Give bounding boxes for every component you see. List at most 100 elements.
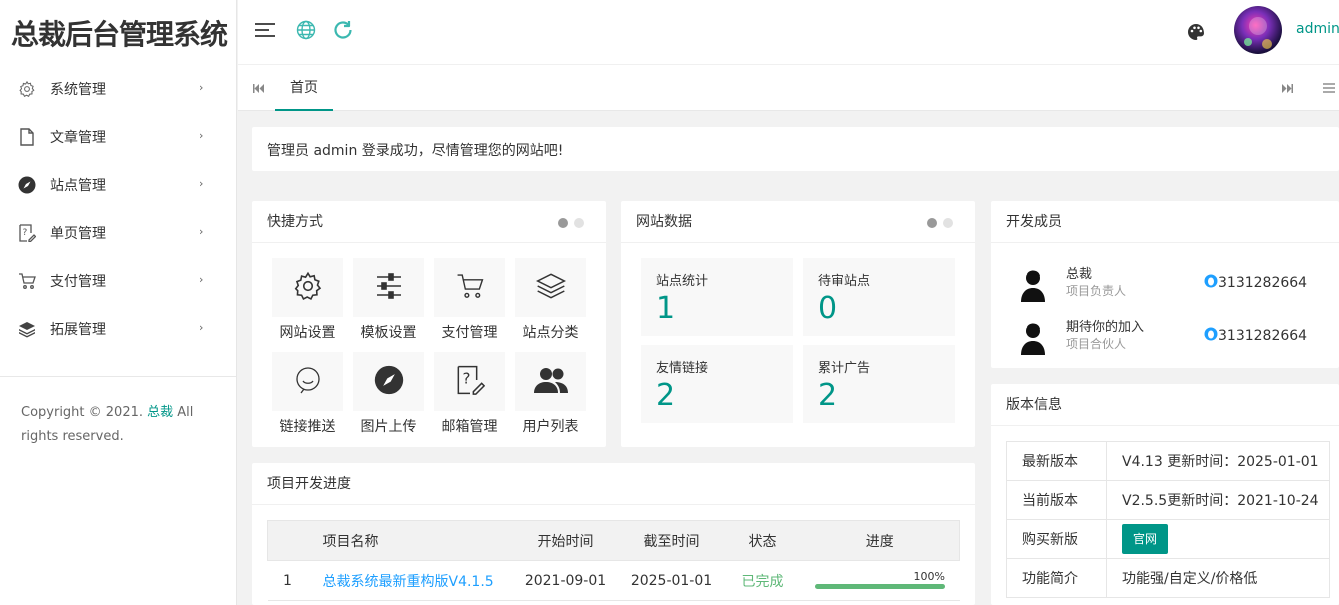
end-date: 2025-01-01 <box>618 560 725 601</box>
shortcut-template-settings[interactable]: 模板设置 <box>353 258 424 342</box>
globe-icon[interactable] <box>295 19 317 41</box>
member-qq[interactable]: 3131282664 <box>1204 274 1307 292</box>
card-title: 网站数据 <box>636 214 692 230</box>
chevron-right-icon: › <box>199 177 204 190</box>
sidebar-item-label: 系统管理 <box>50 82 106 98</box>
table-row: 1 总裁系统最新重构版V4.1.5 2021-09-01 2025-01-01 … <box>267 560 960 601</box>
project-name-link[interactable]: 总裁系统最新重构版V4.1.5 <box>307 560 513 601</box>
shortcut-label: 图片上传 <box>360 419 417 435</box>
member-name: 总裁 <box>1066 267 1093 282</box>
chat-bubble-icon <box>295 366 321 398</box>
col-header-status: 状态 <box>724 520 801 561</box>
card-title: 快捷方式 <box>267 214 323 230</box>
stat-label: 友情链接 <box>656 361 709 376</box>
tab-menu-icon[interactable] <box>1322 81 1336 95</box>
sidebar-item-articles[interactable]: 文章管理 › <box>0 113 236 161</box>
version-key: 购买新版 <box>1006 519 1107 559</box>
sidebar-item-extensions[interactable]: 拓展管理 › <box>0 305 236 353</box>
sidebar-item-label: 站点管理 <box>50 178 106 194</box>
table-row: 功能简介 功能强/自定义/价格低 <box>1006 558 1330 598</box>
username-label[interactable]: admin <box>1296 21 1339 37</box>
sidebar-item-payment[interactable]: 支付管理 › <box>0 257 236 305</box>
svg-text:?: ? <box>462 369 470 387</box>
card-header: 开发成员 <box>991 201 1339 243</box>
login-notice: 管理员 admin 登录成功，尽情管理您的网站吧! <box>252 127 1339 171</box>
layers-icon <box>535 271 567 305</box>
cart-icon <box>455 272 485 304</box>
carousel-dots[interactable] <box>558 218 584 228</box>
sidebar-item-label: 支付管理 <box>50 274 106 290</box>
version-value: 功能强/自定义/价格低 <box>1106 558 1330 598</box>
card-header: 快捷方式 <box>252 201 606 243</box>
stat-sites[interactable]: 站点统计 1 <box>641 258 793 336</box>
card-title: 版本信息 <box>1006 397 1062 413</box>
qq-icon <box>1204 274 1218 292</box>
tab-scroll-right-icon[interactable] <box>1280 81 1294 95</box>
tab-home[interactable]: 首页 <box>275 65 333 111</box>
carousel-dots[interactable] <box>927 218 953 228</box>
card-header: 网站数据 <box>621 201 975 243</box>
stat-value: 0 <box>818 291 838 326</box>
shortcut-user-list[interactable]: 用户列表 <box>515 352 586 436</box>
version-card: 版本信息 最新版本 V4.13 更新时间：2025-01-01 当前版本 V2.5.… <box>991 384 1339 605</box>
progress-table: 项目名称 开始时间 截至时间 状态 进度 1 总裁系统最新重构版V4.1.5 2… <box>267 520 960 601</box>
refresh-icon[interactable] <box>331 18 355 42</box>
menu-toggle-icon[interactable] <box>254 20 276 40</box>
sliders-icon <box>375 272 403 303</box>
user-avatar[interactable] <box>1234 6 1282 54</box>
shortcut-label: 站点分类 <box>522 325 579 341</box>
version-value: V4.13 更新时间：2025-01-01 <box>1106 441 1330 481</box>
shortcut-label: 支付管理 <box>441 325 498 341</box>
version-table: 最新版本 V4.13 更新时间：2025-01-01 当前版本 V2.5.5更新时间… <box>1006 441 1330 598</box>
document-icon <box>18 128 36 146</box>
gear-icon <box>292 270 324 306</box>
shortcut-mail-management[interactable]: ? 邮箱管理 <box>434 352 505 436</box>
stat-value: 2 <box>818 378 838 413</box>
sidebar-item-system[interactable]: 系统管理 › <box>0 65 236 113</box>
shortcut-site-categories[interactable]: 站点分类 <box>515 258 586 342</box>
shortcut-image-upload[interactable]: 图片上传 <box>353 352 424 436</box>
chevron-right-icon: › <box>199 81 204 94</box>
app-logo-title: 总裁后台管理系统 <box>11 17 228 51</box>
stat-pending[interactable]: 待审站点 0 <box>803 258 955 336</box>
shortcut-link-push[interactable]: 链接推送 <box>272 352 343 436</box>
stat-label: 待审站点 <box>818 274 871 289</box>
copyright-prefix: Copyright © 2021. <box>21 405 148 420</box>
tab-scroll-left-icon[interactable] <box>251 81 265 95</box>
card-title: 项目开发进度 <box>267 476 351 492</box>
sidebar-footer: Copyright © 2021. 总裁 All rights reserved… <box>0 376 236 473</box>
official-site-button[interactable]: 官网 <box>1122 524 1169 554</box>
stat-friend-links[interactable]: 友情链接 2 <box>641 345 793 423</box>
notice-text: 管理员 admin 登录成功，尽情管理您的网站吧! <box>267 143 564 159</box>
person-silhouette-icon <box>1019 321 1047 355</box>
sidebar-item-pages[interactable]: ? 单页管理 › <box>0 209 236 257</box>
chevron-right-icon: › <box>199 321 204 334</box>
copyright-link[interactable]: 总裁 <box>147 405 173 420</box>
version-key: 功能简介 <box>1006 558 1107 598</box>
shortcut-label: 模板设置 <box>360 325 417 341</box>
row-index: 1 <box>267 560 308 601</box>
version-value: V2.5.5更新时间：2021-10-24 <box>1106 480 1330 520</box>
sidebar-item-sites[interactable]: 站点管理 › <box>0 161 236 209</box>
shortcut-payment[interactable]: 支付管理 <box>434 258 505 342</box>
table-row: 当前版本 V2.5.5更新时间：2021-10-24 <box>1006 480 1330 520</box>
progress-bar-fill <box>815 584 945 589</box>
member-role: 项目负责人 <box>1066 284 1127 298</box>
cart-icon <box>18 272 36 290</box>
member-qq[interactable]: 3131282664 <box>1204 327 1307 345</box>
help-edit-icon: ? <box>455 365 485 399</box>
shortcuts-card: 快捷方式 网站设置 模板设置 支付管理 站点分类 链接推送 图片上传 ? 邮箱管… <box>252 201 606 447</box>
shortcut-site-settings[interactable]: 网站设置 <box>272 258 343 342</box>
shortcut-label: 用户列表 <box>522 419 579 435</box>
table-row: 最新版本 V4.13 更新时间：2025-01-01 <box>1006 441 1330 481</box>
progress-bar: 100% <box>815 570 945 589</box>
chevron-right-icon: › <box>199 129 204 142</box>
theme-palette-icon[interactable] <box>1185 21 1207 43</box>
svg-text:?: ? <box>23 228 28 238</box>
progress-percent: 100% <box>913 570 945 583</box>
stat-ads[interactable]: 累计广告 2 <box>803 345 955 423</box>
person-silhouette-icon <box>1019 268 1047 302</box>
shortcut-label: 链接推送 <box>279 419 336 435</box>
sidebar-item-label: 单页管理 <box>50 226 106 242</box>
sidebar-item-label: 文章管理 <box>50 130 106 146</box>
